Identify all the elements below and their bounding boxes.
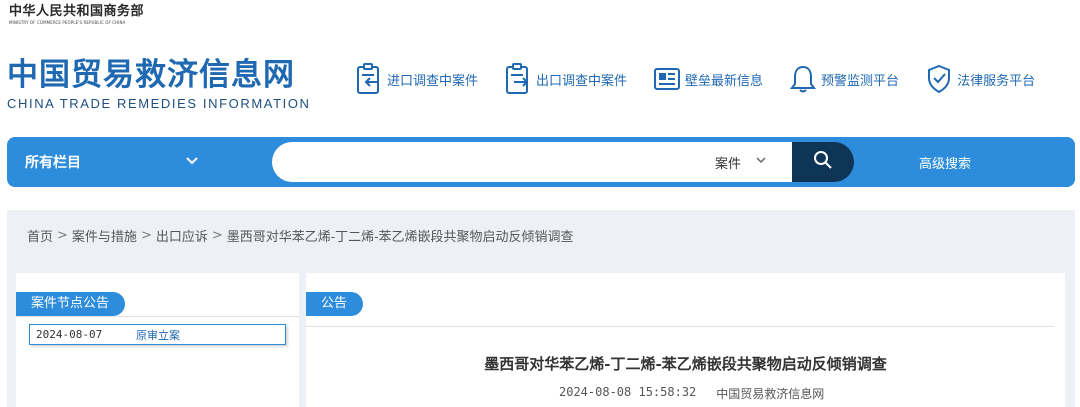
article-date: 2024-08-08 15:58:32	[559, 385, 697, 399]
bell-icon	[789, 62, 817, 96]
nav-export-cases[interactable]: 出口调查中案件	[504, 62, 627, 96]
search-type-dropdown[interactable]: 案件	[715, 142, 767, 182]
search-icon	[813, 150, 833, 174]
ministry-logo: 中华人民共和国商务部 MINISTRY OF COMMERCE PEOPLE'S…	[9, 4, 144, 26]
article-source: 中国贸易救济信息网	[716, 387, 825, 401]
node-label: 原审立案	[136, 328, 180, 342]
search-type-label: 案件	[715, 156, 742, 172]
case-node-title: 案件节点公告	[16, 292, 126, 316]
breadcrumb: 首页 > 案件与措施 > 出口应诉 > 墨西哥对华苯乙烯-丁二烯-苯乙烯嵌段共聚…	[27, 226, 574, 245]
chevron-down-icon	[755, 154, 767, 170]
export-case-icon	[504, 62, 532, 96]
nav-label: 进口调查中案件	[387, 73, 479, 89]
article-title: 墨西哥对华苯乙烯-丁二烯-苯乙烯嵌段共聚物启动反倾销调查	[484, 355, 887, 373]
nav-warning-platform[interactable]: 预警监测平台	[789, 62, 899, 96]
breadcrumb-separator: >	[211, 228, 223, 243]
all-columns-label: 所有栏目	[25, 155, 81, 171]
import-case-icon	[355, 62, 383, 96]
breadcrumb-cases[interactable]: 案件与措施	[72, 226, 137, 245]
breadcrumb-export[interactable]: 出口应诉	[156, 226, 208, 245]
all-columns-dropdown[interactable]: 所有栏目	[25, 137, 205, 187]
case-node-item[interactable]: 2024-08-07 原审立案	[29, 324, 286, 345]
breadcrumb-home[interactable]: 首页	[27, 226, 53, 245]
breadcrumb-separator: >	[140, 228, 152, 243]
search-input[interactable]	[292, 142, 692, 182]
nav-label: 壁垒最新信息	[685, 73, 764, 89]
search-bar: 所有栏目 案件 高级搜索	[7, 137, 1075, 187]
nav-label: 出口调查中案件	[536, 73, 628, 89]
divider	[306, 326, 1054, 327]
announcement-tab: 公告	[306, 292, 364, 316]
search-button[interactable]	[792, 142, 854, 182]
shield-check-icon	[925, 62, 953, 96]
nav-import-cases[interactable]: 进口调查中案件	[355, 62, 478, 96]
news-icon	[653, 62, 681, 96]
ministry-name-en: MINISTRY OF COMMERCE PEOPLE'S REPUBLIC O…	[9, 20, 126, 25]
nav-barrier-news[interactable]: 壁垒最新信息	[653, 62, 763, 96]
breadcrumb-current: 墨西哥对华苯乙烯-丁二烯-苯乙烯嵌段共聚物启动反倾销调查	[226, 230, 574, 245]
chevron-down-icon	[185, 154, 199, 172]
nav-label: 预警监测平台	[821, 73, 900, 89]
site-title[interactable]: 中国贸易救济信息网	[7, 58, 295, 92]
ministry-name-cn: 中华人民共和国商务部	[9, 4, 145, 19]
nav-label: 法律服务平台	[957, 73, 1036, 89]
advanced-search-link[interactable]: 高级搜索	[919, 137, 971, 187]
search-input-wrap: 案件	[272, 142, 792, 182]
header-nav: 进口调查中案件 出口调查中案件 壁垒最新信息 预警监测平台 法律服务平台	[355, 62, 1035, 96]
node-date: 2024-08-07	[36, 328, 103, 341]
divider	[16, 316, 299, 317]
case-node-panel: 案件节点公告 2024-08-07 原审立案	[16, 273, 299, 407]
article-meta: 2024-08-08 15:58:32 中国贸易救济信息网	[559, 385, 824, 402]
site-subtitle: CHINA TRADE REMEDIES INFORMATION	[7, 96, 311, 111]
announcement-panel: 公告 墨西哥对华苯乙烯-丁二烯-苯乙烯嵌段共聚物启动反倾销调查 2024-08-…	[306, 273, 1065, 407]
nav-legal-platform[interactable]: 法律服务平台	[925, 62, 1035, 96]
breadcrumb-separator: >	[57, 228, 68, 243]
